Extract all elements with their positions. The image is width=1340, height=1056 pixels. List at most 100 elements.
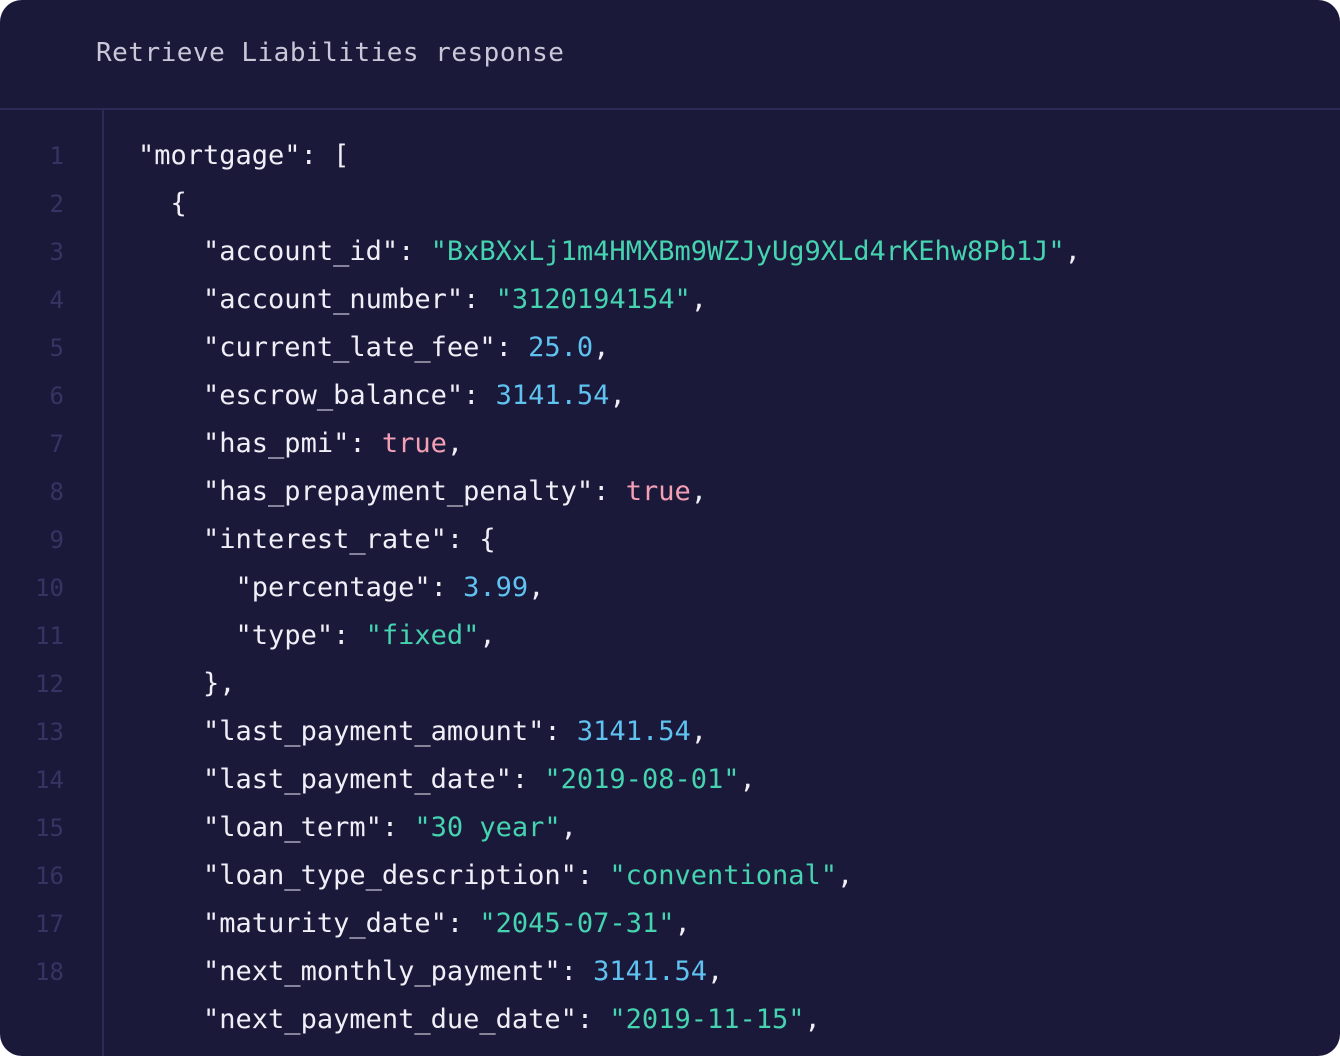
json-value: "2019-08-01" bbox=[544, 764, 740, 795]
json-trailing-comma: , bbox=[804, 1004, 821, 1035]
json-trailing-comma: , bbox=[674, 908, 691, 939]
json-separator: : bbox=[576, 860, 610, 891]
code-line: "mortgage": [ bbox=[138, 132, 349, 180]
json-separator: : bbox=[576, 1004, 610, 1035]
json-trailing-comma: , bbox=[1064, 236, 1081, 267]
json-value: true bbox=[381, 428, 447, 459]
json-value: { bbox=[170, 188, 187, 219]
line-number: 3 bbox=[49, 238, 64, 266]
json-trailing-comma: , bbox=[690, 284, 707, 315]
json-trailing-comma: , bbox=[690, 716, 707, 747]
line-number: 8 bbox=[49, 478, 64, 506]
code-line: { bbox=[138, 180, 187, 228]
json-separator: : bbox=[349, 428, 382, 459]
line-number: 7 bbox=[49, 430, 64, 458]
line-number: 11 bbox=[35, 622, 64, 650]
code-line: "account_number": "3120194154", bbox=[138, 276, 707, 324]
json-key: "last_payment_date" bbox=[203, 764, 512, 795]
json-separator: : bbox=[463, 380, 496, 411]
json-value: }, bbox=[203, 668, 236, 699]
json-separator: : bbox=[446, 524, 480, 555]
line-number: 12 bbox=[35, 670, 64, 698]
line-number: 15 bbox=[35, 814, 64, 842]
line-number: 5 bbox=[49, 334, 64, 362]
json-trailing-comma: , bbox=[837, 860, 854, 891]
json-separator: : bbox=[381, 812, 415, 843]
json-key: "account_id" bbox=[203, 236, 399, 267]
json-trailing-comma: , bbox=[446, 428, 464, 459]
code-header: Retrieve Liabilities response bbox=[0, 0, 1340, 110]
json-key: "account_number" bbox=[203, 284, 464, 315]
line-number: 6 bbox=[49, 382, 64, 410]
json-key: "loan_type_description" bbox=[203, 860, 577, 891]
code-window: Retrieve Liabilities response 1234567891… bbox=[0, 0, 1340, 1056]
json-value: "3120194154" bbox=[495, 284, 691, 315]
code-line: "percentage": 3.99, bbox=[138, 564, 545, 612]
json-separator: : bbox=[544, 716, 577, 747]
json-separator: : bbox=[398, 236, 431, 267]
json-key: "type" bbox=[235, 620, 334, 651]
code-editor: 1 2 3 4 5 6 7 8 9 10 11 12 13 14 15 16 17 18 "mortgage": … bbox=[0, 110, 1340, 1056]
line-number: 4 bbox=[49, 286, 64, 314]
json-key: "percentage" bbox=[235, 572, 431, 603]
line-number: 10 bbox=[35, 574, 64, 602]
json-key: "last_payment_amount" bbox=[203, 716, 545, 747]
json-key: "current_late_fee" bbox=[203, 332, 496, 363]
json-separator: : bbox=[463, 284, 496, 315]
json-value: [ bbox=[333, 140, 350, 171]
json-value: "2045-07-31" bbox=[479, 908, 675, 939]
json-value: { bbox=[479, 524, 496, 555]
line-number: 2 bbox=[49, 190, 64, 218]
code-line: "loan_type_description": "conventional", bbox=[138, 852, 853, 900]
code-line: "interest_rate": { bbox=[138, 516, 496, 564]
code-line: "escrow_balance": 3141.54, bbox=[138, 372, 626, 420]
json-trailing-comma: , bbox=[593, 332, 610, 363]
json-trailing-comma: , bbox=[528, 572, 545, 603]
json-trailing-comma: , bbox=[706, 956, 724, 987]
json-trailing-comma: , bbox=[739, 764, 756, 795]
json-trailing-comma: , bbox=[479, 620, 496, 651]
json-separator: : bbox=[300, 140, 334, 171]
code-title: Retrieve Liabilities response bbox=[96, 38, 565, 68]
code-line: "account_id": "BxBXxLj1m4HMXBm9WZJyUg9XL… bbox=[138, 228, 1081, 276]
json-value: 3141.54 bbox=[495, 380, 610, 411]
json-separator: : bbox=[495, 332, 529, 363]
json-trailing-comma: , bbox=[609, 380, 626, 411]
json-key: "escrow_balance" bbox=[203, 380, 464, 411]
code-line: "next_payment_due_date": "2019-11-15", bbox=[138, 996, 821, 1044]
code-line: }, bbox=[138, 660, 236, 708]
code-line: "last_payment_amount": 3141.54, bbox=[138, 708, 707, 756]
json-value: true bbox=[625, 476, 691, 507]
json-key: "has_pmi" bbox=[203, 428, 350, 459]
code-line: "has_pmi": true, bbox=[138, 420, 463, 468]
line-number-gutter: 1 2 3 4 5 6 7 8 9 10 11 12 13 14 15 16 17 18 bbox=[0, 110, 104, 1056]
json-value: 3141.54 bbox=[593, 956, 707, 987]
json-value: "30 year" bbox=[414, 812, 561, 843]
json-trailing-comma: , bbox=[560, 812, 577, 843]
line-number: 13 bbox=[35, 718, 64, 746]
code-body: "mortgage": [ { "account_id": "BxBXxLj1m… bbox=[138, 110, 1340, 1056]
line-number: 1 bbox=[49, 142, 64, 170]
json-value: 3.99 bbox=[463, 572, 529, 603]
json-key: "maturity_date" bbox=[203, 908, 447, 939]
line-number: 14 bbox=[35, 766, 64, 794]
code-line: "maturity_date": "2045-07-31", bbox=[138, 900, 691, 948]
json-value: 3141.54 bbox=[576, 716, 691, 747]
code-line: "current_late_fee": 25.0, bbox=[138, 324, 609, 372]
json-value: "conventional" bbox=[609, 860, 837, 891]
line-number: 17 bbox=[35, 910, 64, 938]
json-value: "fixed" bbox=[365, 620, 480, 651]
